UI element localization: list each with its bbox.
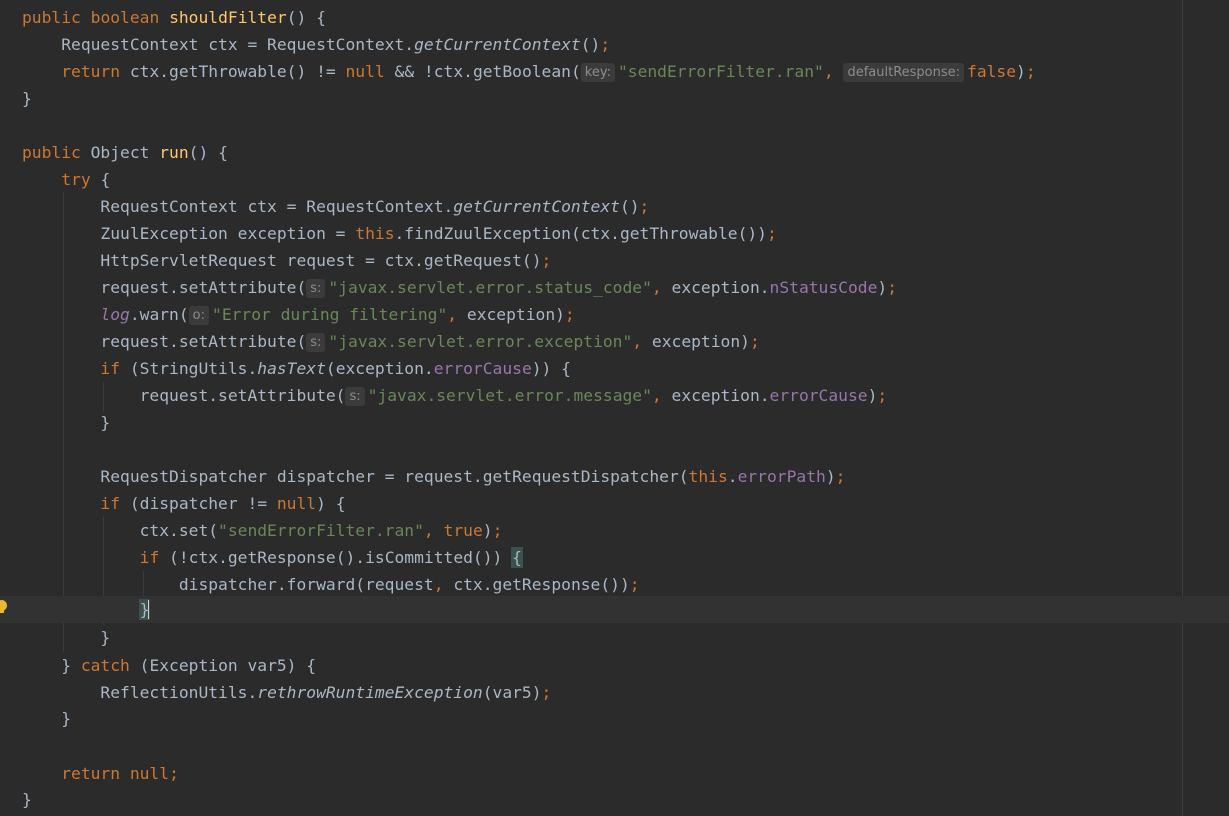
keyword: this — [688, 467, 728, 486]
text-caret — [148, 600, 151, 619]
static-method: getCurrentContext — [414, 35, 581, 54]
code-line[interactable]: RequestContext ctx = RequestContext.getC… — [22, 193, 649, 220]
inlay-hint: s: — [306, 279, 326, 298]
string-literal: "Error during filtering" — [212, 305, 448, 324]
code-line[interactable]: if (StringUtils.hasText(exception.errorC… — [22, 355, 571, 382]
matched-brace: { — [511, 547, 523, 568]
code-line[interactable]: request.setAttribute(s: "javax.servlet.er… — [22, 274, 897, 301]
keyword: public — [22, 143, 81, 162]
static-method: rethrowRuntimeException — [257, 683, 483, 702]
code-line[interactable]: } — [22, 409, 110, 436]
keyword: null — [345, 62, 385, 81]
code-line[interactable]: RequestDispatcher dispatcher = request.g… — [22, 463, 845, 490]
keyword: null — [129, 764, 170, 783]
keyword: if — [139, 548, 160, 567]
string-literal: "sendErrorFilter.ran" — [617, 62, 824, 81]
code-line[interactable]: RequestContext ctx = RequestContext.getC… — [22, 31, 610, 58]
keyword: catch — [80, 656, 130, 675]
code-line[interactable]: return null; — [22, 760, 179, 787]
method-name: run — [159, 143, 189, 162]
field: errorPath — [737, 467, 826, 486]
right-margin-guide — [1182, 0, 1183, 816]
keyword: return — [61, 62, 121, 81]
static-method: getCurrentContext — [453, 197, 620, 216]
code-line[interactable]: return ctx.getThrowable() != null && !ct… — [22, 58, 1036, 85]
code-line[interactable]: ReflectionUtils.rethrowRuntimeException(… — [22, 679, 551, 706]
string-literal: "javax.servlet.error.exception" — [328, 332, 633, 351]
field: errorCause — [433, 359, 532, 378]
code-line[interactable]: } — [22, 786, 32, 813]
caret-line-highlight — [0, 596, 1229, 623]
code-line[interactable]: try { — [22, 166, 110, 193]
field: nStatusCode — [769, 278, 878, 297]
string-literal: "sendErrorFilter.ran" — [218, 521, 424, 540]
code-line[interactable]: request.setAttribute(s: "javax.servlet.er… — [22, 328, 760, 355]
code-line[interactable]: public boolean shouldFilter() { — [22, 4, 326, 31]
static-method: hasText — [257, 359, 326, 378]
code-line[interactable]: request.setAttribute(s: "javax.servlet.er… — [22, 382, 887, 409]
keyword: false — [967, 62, 1017, 81]
inlay-hint: s: — [345, 387, 365, 406]
code-line[interactable]: } — [22, 624, 110, 651]
keyword: public — [22, 8, 81, 27]
keyword: if — [100, 359, 121, 378]
keyword: this — [355, 224, 395, 243]
keyword: try — [61, 170, 91, 189]
code-line-current[interactable]: } — [22, 596, 151, 623]
static-field: log — [100, 305, 130, 324]
code-line[interactable]: dispatcher.forward(request, ctx.getRespo… — [22, 571, 640, 598]
keyword: null — [276, 494, 317, 513]
code-line[interactable]: if (!ctx.getResponse().isCommitted()) { — [22, 544, 523, 571]
keyword: return — [61, 764, 121, 783]
string-literal: "javax.servlet.error.status_code" — [328, 278, 652, 297]
code-line[interactable]: ctx.set("sendErrorFilter.ran", true); — [22, 517, 503, 544]
code-line[interactable]: } — [22, 85, 32, 112]
code-line[interactable]: ZuulException exception = this.findZuulE… — [22, 220, 776, 247]
field: errorCause — [769, 386, 868, 405]
code-line[interactable]: log.warn(o: "Error during filtering", exc… — [22, 301, 575, 328]
inlay-hint: o: — [188, 306, 210, 325]
inlay-hint: defaultResponse: — [843, 63, 965, 82]
code-line[interactable]: if (dispatcher != null) { — [22, 490, 345, 517]
method-name: shouldFilter — [169, 8, 287, 27]
code-line[interactable]: } — [22, 705, 71, 732]
keyword: boolean — [90, 8, 160, 27]
keyword: if — [100, 494, 121, 513]
string-literal: "javax.servlet.error.message" — [367, 386, 652, 405]
code-line[interactable]: public Object run() { — [22, 139, 228, 166]
code-editor[interactable]: public boolean shouldFilter() { RequestC… — [0, 0, 1229, 816]
inlay-hint: s: — [306, 333, 326, 352]
keyword: true — [443, 521, 483, 540]
code-line[interactable]: HttpServletRequest request = ctx.getRequ… — [22, 247, 551, 274]
code-line[interactable]: } catch (Exception var5) { — [22, 652, 316, 679]
inlay-hint: key: — [580, 63, 615, 82]
